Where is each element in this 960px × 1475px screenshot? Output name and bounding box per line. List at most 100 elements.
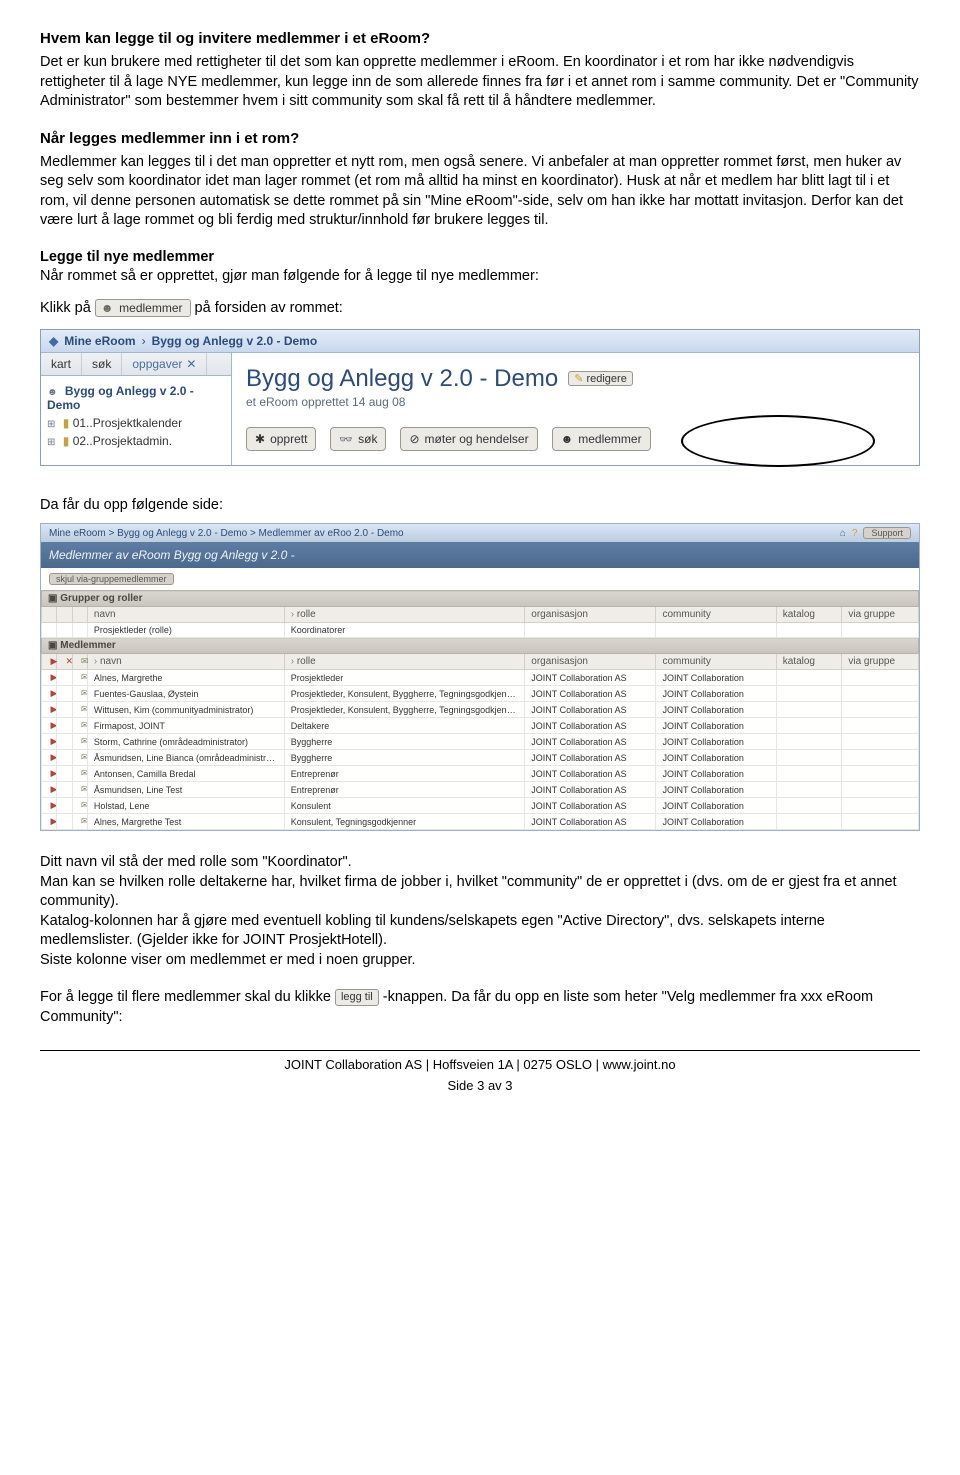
expand-icon[interactable]: ⊞ <box>47 419 55 430</box>
member-name: Alnes, Margrethe Test <box>87 814 284 830</box>
legg-til-button[interactable]: legg til <box>335 989 379 1006</box>
help-icon[interactable]: ? <box>852 528 858 539</box>
flag-icon: ▶ <box>48 768 57 779</box>
section-members-label: Medlemmer <box>60 640 116 651</box>
tab-sok[interactable]: søk <box>82 353 122 375</box>
medlemmer-toolbar-label: medlemmer <box>578 432 641 446</box>
col-navn[interactable]: navn <box>87 654 284 670</box>
envelope-icon[interactable]: ✉ <box>79 816 88 827</box>
member-role: Byggherre <box>284 750 525 766</box>
member-role: Prosjektleder, Konsulent, Byggherre, Teg… <box>284 702 525 718</box>
clock-icon <box>409 432 419 446</box>
paragraph-when: Medlemmer kan legges til i det man oppre… <box>40 153 920 231</box>
collapse-icon[interactable]: ▣ <box>48 640 57 651</box>
section-header-members: ▣ Medlemmer <box>42 638 919 654</box>
tree-root[interactable]: ☻ Bygg og Anlegg v 2.0 - Demo <box>47 382 225 414</box>
col-comm[interactable]: community <box>656 654 776 670</box>
breadcrumb-icon: ◆ <box>49 334 58 348</box>
flag-icon: ▶ <box>48 736 57 747</box>
col-via[interactable]: via gruppe <box>842 607 919 623</box>
room-title-row: Bygg og Anlegg v 2.0 - Demo ✎ redigere <box>246 365 905 393</box>
col-rolle[interactable]: rolle <box>284 654 525 670</box>
group-row[interactable]: Prosjektleder (rolle) Koordinatorer <box>42 623 919 638</box>
col-comm[interactable]: community <box>656 607 776 623</box>
tab-oppgaver-label: oppgaver <box>132 357 182 371</box>
tree-node-2[interactable]: ⊞ ▮ 02..Prosjektadmin. <box>47 432 225 450</box>
flag-icon: ▶ <box>48 800 57 811</box>
col-katalog[interactable]: katalog <box>776 654 842 670</box>
col-via[interactable]: via gruppe <box>842 654 919 670</box>
col-org[interactable]: organisasjon <box>525 654 656 670</box>
member-row[interactable]: ▶✉Wittusen, Kim (communityadministrator)… <box>42 702 919 718</box>
members-breadcrumb-text[interactable]: Mine eRoom > Bygg og Anlegg v 2.0 - Demo… <box>49 528 404 539</box>
groups-column-header: navn rolle organisasjon community katalo… <box>42 607 919 623</box>
member-row[interactable]: ▶✉Åsmundsen, Line Bianca (områdeadminist… <box>42 750 919 766</box>
envelope-icon[interactable]: ✉ <box>79 736 88 747</box>
flag-icon: ▶ <box>48 816 57 827</box>
medlemmer-button[interactable]: medlemmer <box>95 299 191 317</box>
envelope-icon[interactable]: ✉ <box>79 800 88 811</box>
support-button[interactable]: Support <box>863 527 911 539</box>
expand-icon[interactable]: ⊞ <box>47 437 55 448</box>
redigere-button[interactable]: ✎ redigere <box>568 371 633 386</box>
member-role: Entreprenør <box>284 766 525 782</box>
member-row[interactable]: ▶✉Holstad, LeneKonsulentJOINT Collaborat… <box>42 798 919 814</box>
member-name: Holstad, Lene <box>87 798 284 814</box>
envelope-icon[interactable]: ✉ <box>79 688 88 699</box>
member-name: Fuentes-Gauslaa, Øystein <box>87 686 284 702</box>
room-toolbar: opprett søk møter og hendelser medlemmer <box>246 427 905 451</box>
member-row[interactable]: ▶✉Storm, Cathrine (områdeadministrator)B… <box>42 734 919 750</box>
member-role: Prosjektleder <box>284 670 525 686</box>
breadcrumb-room[interactable]: Bygg og Anlegg v 2.0 - Demo <box>152 334 318 348</box>
moter-button[interactable]: møter og hendelser <box>400 427 537 451</box>
member-comm: JOINT Collaboration <box>656 686 776 702</box>
tab-oppgaver[interactable]: oppgaver ✕ <box>122 353 207 375</box>
opprett-button[interactable]: opprett <box>246 427 316 451</box>
member-row[interactable]: ▶✉Antonsen, Camilla BredalEntreprenørJOI… <box>42 766 919 782</box>
sidebar: kart søk oppgaver ✕ ☻ Bygg og Anlegg v 2.… <box>41 353 232 465</box>
envelope-icon[interactable]: ✉ <box>79 752 88 763</box>
close-icon[interactable]: ✕ <box>186 357 196 371</box>
tree-node-1[interactable]: ⊞ ▮ 01..Prosjektkalender <box>47 414 225 432</box>
member-comm: JOINT Collaboration <box>656 670 776 686</box>
col-org[interactable]: organisasjon <box>525 607 656 623</box>
members-breadcrumb: Mine eRoom > Bygg og Anlegg v 2.0 - Demo… <box>41 524 919 542</box>
tab-kart[interactable]: kart <box>41 353 82 375</box>
chevron-right-icon: › <box>142 334 146 348</box>
member-row[interactable]: ▶✉Fuentes-Gauslaa, ØysteinProsjektleder,… <box>42 686 919 702</box>
envelope-icon[interactable]: ✉ <box>79 704 88 715</box>
hand-circle-annotation <box>681 415 875 467</box>
opprett-label: opprett <box>270 432 307 446</box>
folder-icon: ▮ <box>63 416 70 430</box>
people-icon <box>561 432 574 446</box>
paragraph-after-table: Ditt navn vil stå der med rolle som "Koo… <box>40 853 920 970</box>
envelope-icon[interactable]: ✉ <box>79 720 88 731</box>
breadcrumb-home[interactable]: Mine eRoom <box>64 334 135 348</box>
envelope-icon[interactable]: ✉ <box>79 672 88 683</box>
member-row[interactable]: ▶✉Firmapost, JOINTDeltakereJOINT Collabo… <box>42 718 919 734</box>
members-table: ▣ Grupper og roller navn rolle organisas… <box>41 590 919 830</box>
medlemmer-toolbar-button[interactable]: medlemmer <box>552 427 651 451</box>
member-comm: JOINT Collaboration <box>656 718 776 734</box>
member-row[interactable]: ▶✉Alnes, MargretheProsjektlederJOINT Col… <box>42 670 919 686</box>
members-column-header: ▶ ✕ ✉ navn rolle organisasjon community … <box>42 654 919 670</box>
col-katalog[interactable]: katalog <box>776 607 842 623</box>
room-subtitle: et eRoom opprettet 14 aug 08 <box>246 395 905 409</box>
member-row[interactable]: ▶✉Alnes, Margrethe TestKonsulent, Tegnin… <box>42 814 919 830</box>
people-icon <box>101 301 113 315</box>
flag-icon: ▶ <box>48 784 57 795</box>
member-row[interactable]: ▶✉Åsmundsen, Line TestEntreprenørJOINT C… <box>42 782 919 798</box>
member-org: JOINT Collaboration AS <box>525 782 656 798</box>
col-rolle[interactable]: rolle <box>284 607 525 623</box>
collapse-icon[interactable]: ▣ <box>48 593 57 604</box>
envelope-icon[interactable]: ✉ <box>79 768 88 779</box>
folder-icon: ▮ <box>63 434 70 448</box>
home-icon[interactable]: ⌂ <box>840 528 846 539</box>
member-org: JOINT Collaboration AS <box>525 670 656 686</box>
envelope-icon[interactable]: ✉ <box>79 784 88 795</box>
sok-button[interactable]: søk <box>330 427 386 451</box>
hide-group-members-button[interactable]: skjul via-gruppemedlemmer <box>49 573 174 585</box>
group-row-role: Koordinatorer <box>284 623 525 638</box>
member-comm: JOINT Collaboration <box>656 766 776 782</box>
col-navn[interactable]: navn <box>87 607 284 623</box>
